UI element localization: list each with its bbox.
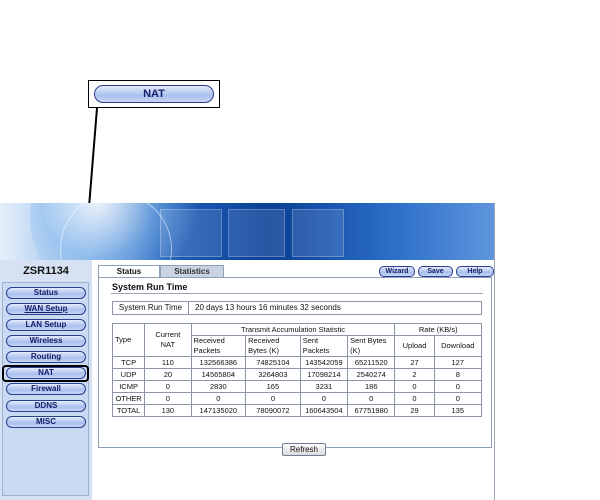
table-cell: 2540274 <box>347 368 396 381</box>
runtime-value: 20 days 13 hours 16 minutes 32 seconds <box>195 303 341 312</box>
table-cell: 0 <box>394 392 435 405</box>
runtime-row: System Run Time 20 days 13 hours 16 minu… <box>112 301 482 315</box>
table-cell: 0 <box>190 392 247 405</box>
table-cell: UDP <box>111 368 146 381</box>
nat-highlight-ring <box>2 365 89 382</box>
nat-callout-button: NAT <box>94 85 214 103</box>
table-cell: 0 <box>433 392 483 405</box>
table-cell: OTHER <box>111 392 146 405</box>
table-cell: 14565804 <box>190 368 247 381</box>
table-row: TCP 110 132566386 74825104 143542059 652… <box>111 356 483 369</box>
nav-status-button[interactable]: Status <box>6 287 86 299</box>
table-cell: 160643504 <box>299 404 349 417</box>
nav-misc-button[interactable]: MISC <box>6 416 86 428</box>
table-cell: 3231 <box>299 380 349 393</box>
table-cell: ICMP <box>111 380 146 393</box>
table-cell: 165 <box>245 380 301 393</box>
header-sent-bytes: Sent Bytes (K) <box>347 335 396 357</box>
table-cell: 8 <box>433 368 483 381</box>
table-cell: 29 <box>394 404 435 417</box>
nav-wireless-button[interactable]: Wireless <box>6 335 86 347</box>
table-cell: 135 <box>433 404 483 417</box>
nat-callout: NAT <box>88 80 220 108</box>
table-cell: 127 <box>433 356 483 369</box>
table-cell: 65211520 <box>347 356 396 369</box>
table-cell: 0 <box>144 380 192 393</box>
table-cell: 130 <box>144 404 192 417</box>
table-cell: 0 <box>433 380 483 393</box>
table-cell: 67751980 <box>347 404 396 417</box>
table-cell: 20 <box>144 368 192 381</box>
refresh-button[interactable]: Refresh <box>282 443 326 456</box>
header-transmit: Transmit Accumulation Statistic <box>190 323 396 336</box>
table-row: ICMP 0 2830 165 3231 186 0 0 <box>111 380 483 393</box>
table-row: UDP 20 14565804 3264803 17098214 2540274… <box>111 368 483 381</box>
table-cell: 143542059 <box>299 356 349 369</box>
tab-status[interactable]: Status <box>98 265 160 277</box>
nav-wan-setup-button[interactable]: WAN Setup <box>6 303 86 315</box>
wizard-button[interactable]: Wizard <box>379 266 415 277</box>
table-cell: TOTAL <box>111 404 146 417</box>
header-banner <box>0 203 494 260</box>
header-upload: Upload <box>394 335 435 357</box>
table-cell: 17098214 <box>299 368 349 381</box>
table-cell: 0 <box>299 392 349 405</box>
table-cell: 74825104 <box>245 356 301 369</box>
header-sent-packets: Sent Packets <box>299 335 349 357</box>
table-cell: 3264803 <box>245 368 301 381</box>
table-cell: TCP <box>111 356 146 369</box>
table-row: TOTAL 130 147135020 78090072 160643504 6… <box>111 404 483 417</box>
main-content: Status Statistics Wizard Save Help Syste… <box>92 260 494 500</box>
header-type: Type <box>111 323 146 357</box>
table-cell: 0 <box>394 380 435 393</box>
nat-statistics-table: Type Current NAT Transmit Accumulation S… <box>111 323 483 417</box>
header-download: Download <box>433 335 483 357</box>
section-title: System Run Time <box>112 282 188 292</box>
nav-firewall-button[interactable]: Firewall <box>6 383 86 395</box>
header-received-bytes: Received Bytes (K) <box>245 335 301 357</box>
table-cell: 0 <box>347 392 396 405</box>
table-cell: 147135020 <box>190 404 247 417</box>
header-current-nat: Current NAT <box>144 323 192 357</box>
table-cell: 27 <box>394 356 435 369</box>
runtime-label: System Run Time <box>113 302 189 314</box>
table-cell: 186 <box>347 380 396 393</box>
tab-statistics[interactable]: Statistics <box>160 265 224 277</box>
nav-lan-setup-button[interactable]: LAN Setup <box>6 319 86 331</box>
table-cell: 2 <box>394 368 435 381</box>
save-button[interactable]: Save <box>418 266 453 277</box>
table-cell: 0 <box>245 392 301 405</box>
header-rate: Rate (KB/s) <box>394 323 482 336</box>
globe-graphic <box>60 203 172 260</box>
table-cell: 132566386 <box>190 356 247 369</box>
header-received-packets: Received Packets <box>190 335 247 357</box>
nav-ddns-button[interactable]: DDNS <box>6 400 86 412</box>
nav-routing-button[interactable]: Routing <box>6 351 86 363</box>
table-cell: 110 <box>144 356 192 369</box>
status-frame: System Run Time System Run Time 20 days … <box>98 277 492 456</box>
device-model: ZSR1134 <box>23 265 69 277</box>
table-cell: 2830 <box>190 380 247 393</box>
table-cell: 0 <box>144 392 192 405</box>
table-row: OTHER 0 0 0 0 0 0 0 <box>111 392 483 405</box>
table-cell: 78090072 <box>245 404 301 417</box>
help-button[interactable]: Help <box>456 266 494 277</box>
